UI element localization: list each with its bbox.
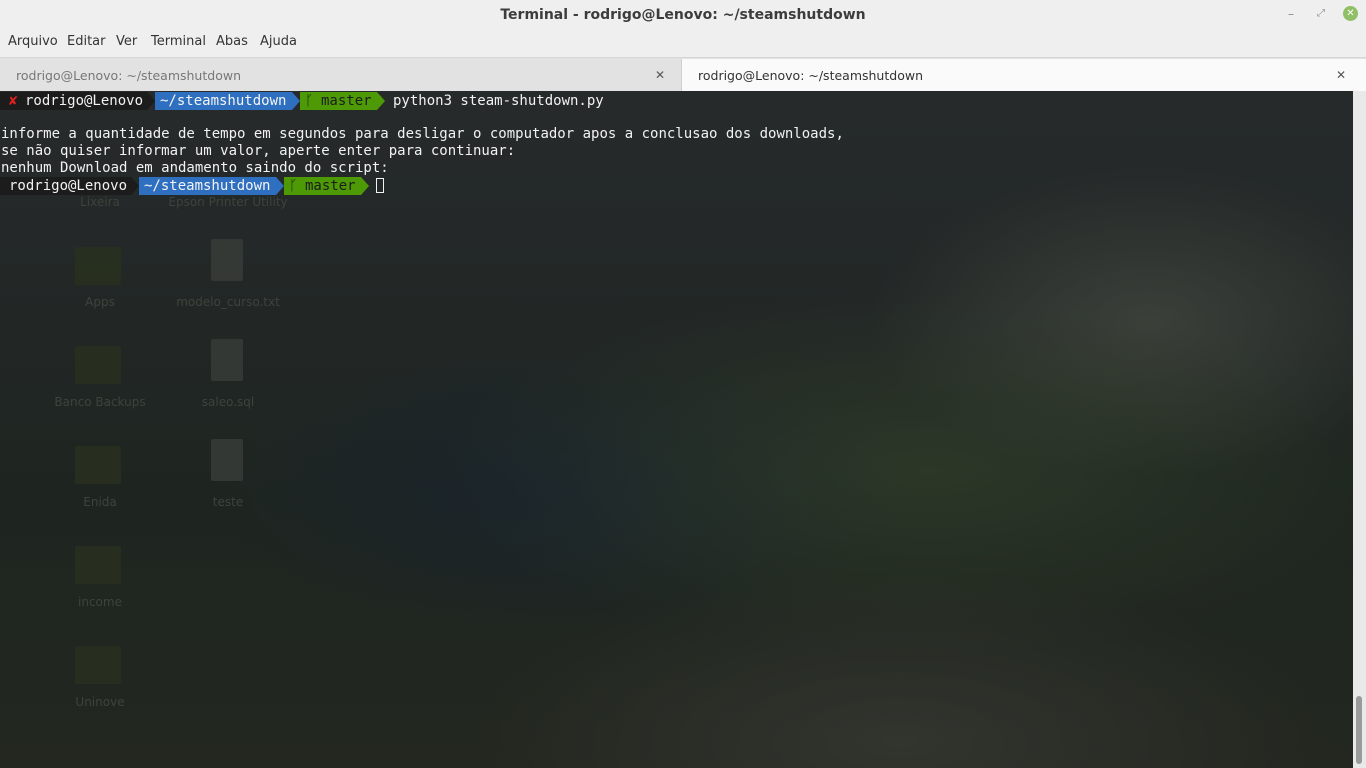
desktop-icon-label: income bbox=[78, 595, 122, 609]
file-icon bbox=[211, 239, 243, 281]
menu-abas[interactable]: Abas bbox=[216, 34, 248, 49]
minimize-icon[interactable]: – bbox=[1283, 6, 1299, 22]
command-text: python3 steam-shutdown.py bbox=[393, 93, 604, 109]
prompt-branch: master bbox=[321, 93, 372, 109]
menu-editar[interactable]: Editar bbox=[67, 34, 106, 49]
menu-ver[interactable]: Ver bbox=[116, 34, 137, 49]
desktop-icon-label: Enida bbox=[83, 495, 117, 509]
folder-icon bbox=[75, 546, 121, 584]
desktop-icon-label: modelo_curso.txt bbox=[176, 295, 280, 309]
folder-icon bbox=[75, 646, 121, 684]
prompt-separator-icon bbox=[377, 92, 385, 110]
tab-label: rodrigo@Lenovo: ~/steamshutdown bbox=[16, 68, 241, 83]
desktop-icon-label: teste bbox=[212, 495, 244, 509]
prompt-line-1: ✘ rodrigo@Lenovo ~/steamshutdown ᚴ maste… bbox=[0, 92, 604, 110]
desktop-icon-label: Lixeira bbox=[80, 195, 120, 209]
text-cursor bbox=[376, 178, 384, 193]
prompt-dir: ~/steamshutdown bbox=[144, 178, 271, 194]
close-window-icon[interactable]: ✕ bbox=[1343, 6, 1358, 21]
window-titlebar[interactable]: Terminal - rodrigo@Lenovo: ~/steamshutdo… bbox=[0, 0, 1366, 30]
output-line: informe a quantidade de tempo em segundo… bbox=[1, 126, 844, 142]
desktop-icon-label: Epson Printer Utility bbox=[168, 195, 288, 209]
prompt-user: rodrigo@Lenovo bbox=[25, 93, 144, 109]
file-icon bbox=[211, 439, 243, 481]
maximize-icon[interactable]: ⤢ bbox=[1313, 6, 1329, 22]
prompt-line-2: rodrigo@Lenovo ~/steamshutdown ᚴ master bbox=[0, 177, 400, 195]
prompt-user: rodrigo@Lenovo bbox=[9, 178, 128, 194]
terminal-view[interactable]: Lixeira Epson Printer Utility Apps model… bbox=[0, 91, 1366, 768]
folder-icon bbox=[75, 346, 121, 384]
output-line: se não quiser informar um valor, aperte … bbox=[1, 143, 516, 159]
prompt-separator-icon bbox=[147, 92, 155, 110]
close-tab-icon[interactable]: ✕ bbox=[655, 68, 665, 82]
desktop-icon-label: saleo.sql bbox=[201, 395, 255, 409]
window-title: Terminal - rodrigo@Lenovo: ~/steamshutdo… bbox=[500, 7, 866, 23]
desktop-icon-label: Banco Backups bbox=[54, 395, 146, 409]
desktop-icon-label: Apps bbox=[85, 295, 115, 309]
tab-2-active[interactable]: rodrigo@Lenovo: ~/steamshutdown ✕ bbox=[682, 59, 1366, 92]
menu-terminal[interactable]: Terminal bbox=[151, 34, 206, 49]
tab-label: rodrigo@Lenovo: ~/steamshutdown bbox=[698, 68, 923, 83]
error-status-icon: ✘ bbox=[9, 93, 18, 109]
close-tab-icon[interactable]: ✕ bbox=[1336, 68, 1346, 82]
terminal-scrollbar[interactable] bbox=[1353, 91, 1366, 768]
folder-icon bbox=[75, 446, 121, 484]
prompt-separator-icon bbox=[361, 177, 369, 195]
prompt-branch: master bbox=[305, 178, 356, 194]
prompt-separator-icon bbox=[131, 177, 139, 195]
tab-1[interactable]: rodrigo@Lenovo: ~/steamshutdown ✕ bbox=[0, 59, 682, 92]
prompt-separator-icon bbox=[276, 177, 284, 195]
prompt-dir: ~/steamshutdown bbox=[160, 93, 287, 109]
menu-ajuda[interactable]: Ajuda bbox=[260, 34, 297, 49]
scrollbar-thumb[interactable] bbox=[1356, 696, 1362, 764]
git-branch-icon: ᚴ bbox=[305, 93, 314, 109]
folder-icon bbox=[75, 247, 121, 285]
git-branch-icon: ᚴ bbox=[289, 178, 298, 194]
menu-arquivo[interactable]: Arquivo bbox=[8, 34, 58, 49]
menu-bar: Arquivo Editar Ver Terminal Abas Ajuda bbox=[0, 30, 1366, 57]
prompt-separator-icon bbox=[292, 92, 300, 110]
desktop-icon-label: Uninove bbox=[75, 695, 125, 709]
output-line: nenhum Download em andamento saindo do s… bbox=[1, 160, 389, 176]
tab-bar: rodrigo@Lenovo: ~/steamshutdown ✕ rodrig… bbox=[0, 57, 1366, 92]
database-icon bbox=[211, 339, 243, 381]
